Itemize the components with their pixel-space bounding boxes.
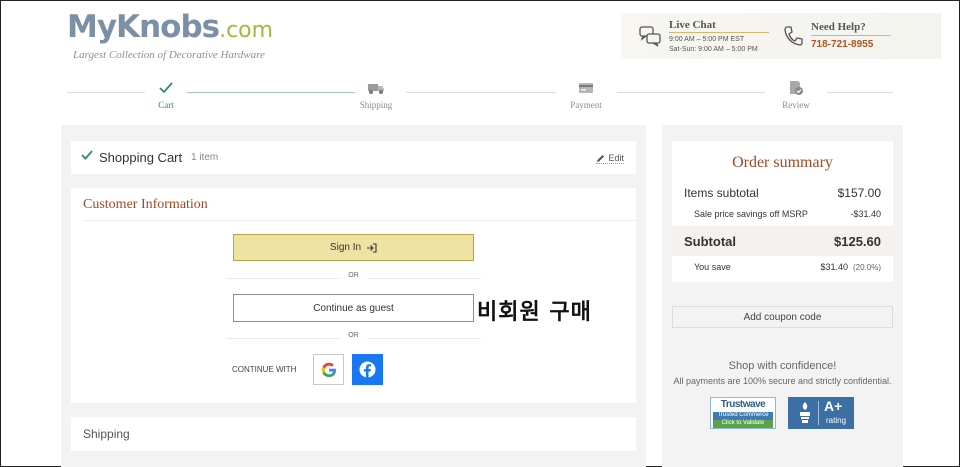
need-help-title: Need Help?: [811, 21, 866, 33]
shipping-title: Shipping: [83, 427, 130, 441]
sale-savings-value: -$31.40: [850, 209, 881, 219]
items-subtotal-value: $157.00: [837, 186, 881, 200]
cart-check-icon: [81, 150, 93, 160]
add-coupon-button[interactable]: Add coupon code: [672, 306, 893, 328]
sign-in-arrow-icon: [367, 242, 377, 253]
you-save-label: You save: [694, 262, 731, 272]
sale-savings-row: Sale price savings off MSRP -$31.40: [694, 209, 881, 219]
order-summary-title: Order summary: [732, 154, 833, 171]
trustwave-subtitle: Trusted Commerce: [713, 412, 773, 420]
logo-wordmark: MyKnobs.com: [67, 9, 274, 45]
bbb-torch-icon: [800, 402, 810, 423]
sale-savings-label: Sale price savings off MSRP: [694, 209, 808, 219]
need-help-underline: [811, 35, 891, 36]
logo-tagline: Largest Collection of Decorative Hardwar…: [73, 49, 265, 61]
site-logo[interactable]: MyKnobs.com Largest Collection of Decora…: [67, 11, 273, 61]
step-payment-label: Payment: [570, 100, 602, 110]
shopping-cart-card: Shopping Cart 1 item Edit: [71, 141, 636, 174]
items-subtotal-row: Items subtotal $157.00: [684, 186, 881, 200]
shop-confidence-title: Shop with confidence!: [728, 360, 837, 372]
step-shipping[interactable]: Shipping: [346, 79, 406, 110]
subtotal-value: $125.60: [834, 234, 881, 249]
live-chat-hours: 9:00 AM – 5:00 PM EST Sat-Sun: 9:00 AM –…: [669, 36, 758, 53]
check-icon: [159, 82, 173, 94]
trustwave-name: Trustwave: [720, 399, 766, 410]
pencil-icon: [597, 154, 605, 162]
bbb-separator: [818, 401, 819, 425]
facebook-login-button[interactable]: [352, 354, 383, 385]
help-phone-number[interactable]: 718-721-8955: [811, 39, 873, 50]
cart-item-count: 1 item: [191, 152, 219, 163]
google-login-button[interactable]: [313, 354, 344, 385]
you-save-row: You save $31.40 (20.0%): [694, 262, 881, 272]
edit-cart-link[interactable]: Edit: [596, 153, 624, 164]
customer-information-card: Customer Information Sign In OR Continue…: [71, 188, 636, 403]
secure-payment-note: All payments are 100% secure and strictl…: [673, 376, 892, 386]
step-line-lead: [67, 92, 145, 93]
customer-information-title: Customer Information: [83, 197, 208, 212]
review-icon: [790, 81, 803, 95]
step-shipping-label: Shipping: [359, 100, 393, 110]
step-review[interactable]: Review: [766, 79, 826, 110]
checkout-steps: Cart Shipping Payment Review: [67, 79, 893, 115]
truck-icon: [368, 84, 384, 94]
customer-title-divider: [83, 220, 636, 221]
shopping-cart-title: Shopping Cart: [99, 150, 183, 165]
shipping-card[interactable]: Shipping: [71, 417, 636, 451]
step-line-shipping-payment: [406, 92, 556, 93]
step-payment[interactable]: Payment: [556, 79, 616, 110]
step-line-tail: [827, 92, 893, 93]
trustwave-validate: Click to Validate: [713, 420, 773, 428]
continue-as-guest-button[interactable]: Continue as guest: [233, 294, 474, 322]
sign-in-button[interactable]: Sign In: [233, 234, 474, 261]
items-subtotal-label: Items subtotal: [684, 186, 759, 200]
live-chat-title: Live Chat: [669, 19, 716, 31]
subtotal-row: Subtotal $125.60: [684, 234, 881, 249]
you-save-percent: (20.0%): [852, 263, 881, 272]
trustwave-badge[interactable]: Trustwave Trusted Commerce Click to Vali…: [710, 397, 776, 429]
google-icon: [321, 362, 336, 377]
facebook-icon: [359, 361, 376, 378]
step-line-payment-review: [617, 92, 765, 93]
subtotal-label: Subtotal: [684, 234, 736, 249]
order-summary-panel: Order summary Items subtotal $157.00 Sal…: [662, 125, 903, 467]
step-cart-label: Cart: [158, 100, 174, 110]
bbb-rating-label: rating: [826, 416, 847, 425]
header-contact-bar: Live Chat 9:00 AM – 5:00 PM EST Sat-Sun:…: [621, 13, 941, 59]
live-chat-underline: [669, 32, 769, 33]
sign-in-label: Sign In: [329, 242, 362, 253]
you-save-value-group: $31.40 (20.0%): [820, 262, 881, 272]
checkout-main-panel: Shopping Cart 1 item Edit Customer Infor…: [61, 125, 646, 467]
phone-icon: [784, 26, 803, 46]
or-divider-1: OR: [226, 272, 481, 284]
bbb-grade: A+: [824, 398, 843, 414]
order-summary-card: Order summary Items subtotal $157.00 Sal…: [672, 141, 893, 282]
continue-with-label: CONTINUE WITH: [232, 365, 297, 374]
credit-card-icon: [579, 83, 593, 93]
bbb-rating-badge[interactable]: A+ rating: [788, 397, 854, 429]
edit-cart-label: Edit: [608, 153, 624, 163]
chat-bubbles-icon: [639, 26, 661, 47]
step-review-label: Review: [782, 100, 810, 110]
guest-purchase-annotation: 비회원 구매: [477, 300, 592, 325]
or-divider-2: OR: [226, 332, 481, 344]
step-cart[interactable]: Cart: [136, 79, 196, 110]
step-line-cart-shipping: [187, 92, 355, 93]
